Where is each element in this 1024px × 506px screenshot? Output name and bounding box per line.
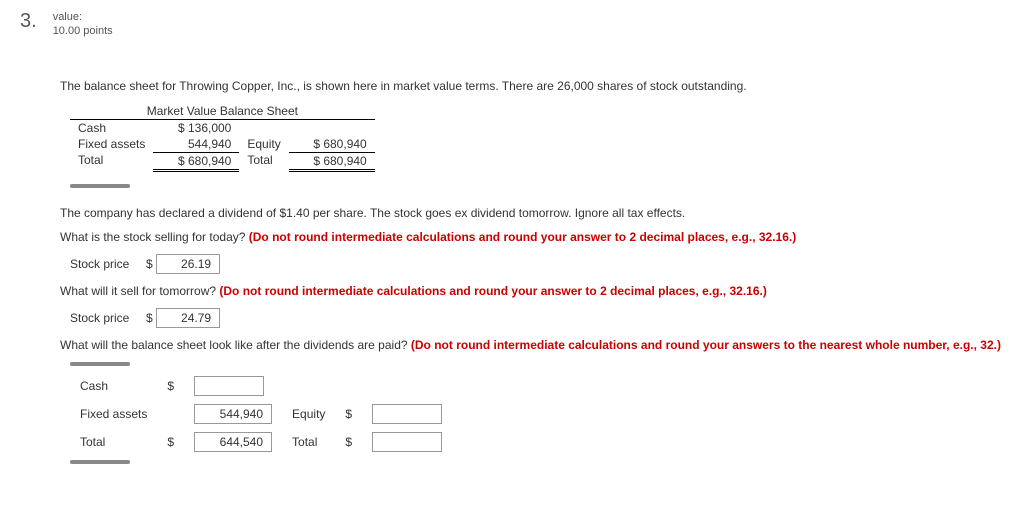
points-block: value: 10.00 points — [53, 10, 113, 39]
value-label: value: — [53, 10, 113, 24]
answer-1: Stock price $ 26.19 — [70, 254, 1004, 274]
bs2-equity-input[interactable] — [372, 404, 442, 424]
question-2: What will it sell for tomorrow? (Do not … — [60, 284, 1004, 298]
bs2-total-label2: Total — [282, 428, 335, 456]
bs2-total-cur: $ — [157, 428, 184, 456]
bs1-total-right: $ 680,940 — [289, 152, 375, 170]
a2-label: Stock price — [70, 311, 129, 325]
q1-text: What is the stock selling for today? — [60, 230, 249, 244]
intro-text: The balance sheet for Throwing Copper, I… — [60, 79, 1004, 93]
bs2-equity-cur: $ — [335, 400, 362, 428]
a1-input[interactable]: 26.19 — [156, 254, 220, 274]
question-1: What is the stock selling for today? (Do… — [60, 230, 1004, 244]
question-3: What will the balance sheet look like af… — [60, 338, 1004, 352]
bs1-total-label: Total — [70, 152, 153, 170]
separator-bar — [70, 184, 130, 188]
points-value: 10.00 points — [53, 24, 113, 38]
bs1-fixed-val: 544,940 — [153, 136, 239, 153]
bs1-title: Market Value Balance Sheet — [70, 103, 375, 120]
a1-label: Stock price — [70, 257, 129, 271]
separator-bar-2 — [70, 362, 130, 366]
bs2-fixed-label: Fixed assets — [70, 400, 157, 428]
bs2-equity-label: Equity — [282, 400, 335, 428]
q3-text: What will the balance sheet look like af… — [60, 338, 411, 352]
q1-hint: (Do not round intermediate calculations … — [249, 230, 796, 244]
balance-sheet-1: Market Value Balance Sheet Cash $ 136,00… — [70, 103, 375, 172]
bs1-cash-val: $ 136,000 — [153, 119, 239, 136]
bs2-fixed-input[interactable]: 544,940 — [194, 404, 272, 424]
bs2-total-cur2: $ — [335, 428, 362, 456]
separator-bar-3 — [70, 460, 130, 464]
q3-hint: (Do not round intermediate calculations … — [411, 338, 1001, 352]
bs1-cash-label: Cash — [70, 119, 153, 136]
a1-currency: $ — [146, 257, 153, 271]
bs1-total-left: $ 680,940 — [153, 152, 239, 170]
question-header: 3. value: 10.00 points — [20, 10, 1004, 39]
question-number: 3. — [20, 10, 37, 33]
para2: The company has declared a dividend of $… — [60, 206, 1004, 220]
bs1-equity-val: $ 680,940 — [289, 136, 375, 153]
a2-currency: $ — [146, 311, 153, 325]
bs1-fixed-label: Fixed assets — [70, 136, 153, 153]
balance-sheet-2: Cash $ Fixed assets 544,940 Equity $ Tot… — [70, 372, 452, 456]
bs2-cash-input[interactable] — [194, 376, 264, 396]
a2-input[interactable]: 24.79 — [156, 308, 220, 328]
answer-2: Stock price $ 24.79 — [70, 308, 1004, 328]
q2-text: What will it sell for tomorrow? — [60, 284, 219, 298]
bs2-total-label: Total — [70, 428, 157, 456]
bs2-total-left-input[interactable]: 644,540 — [194, 432, 272, 452]
bs2-total-right-input[interactable] — [372, 432, 442, 452]
bs2-cash-cur: $ — [157, 372, 184, 400]
bs2-cash-label: Cash — [70, 372, 157, 400]
q2-hint: (Do not round intermediate calculations … — [219, 284, 766, 298]
bs1-equity-label: Equity — [239, 136, 288, 153]
bs1-total-label2: Total — [239, 152, 288, 170]
